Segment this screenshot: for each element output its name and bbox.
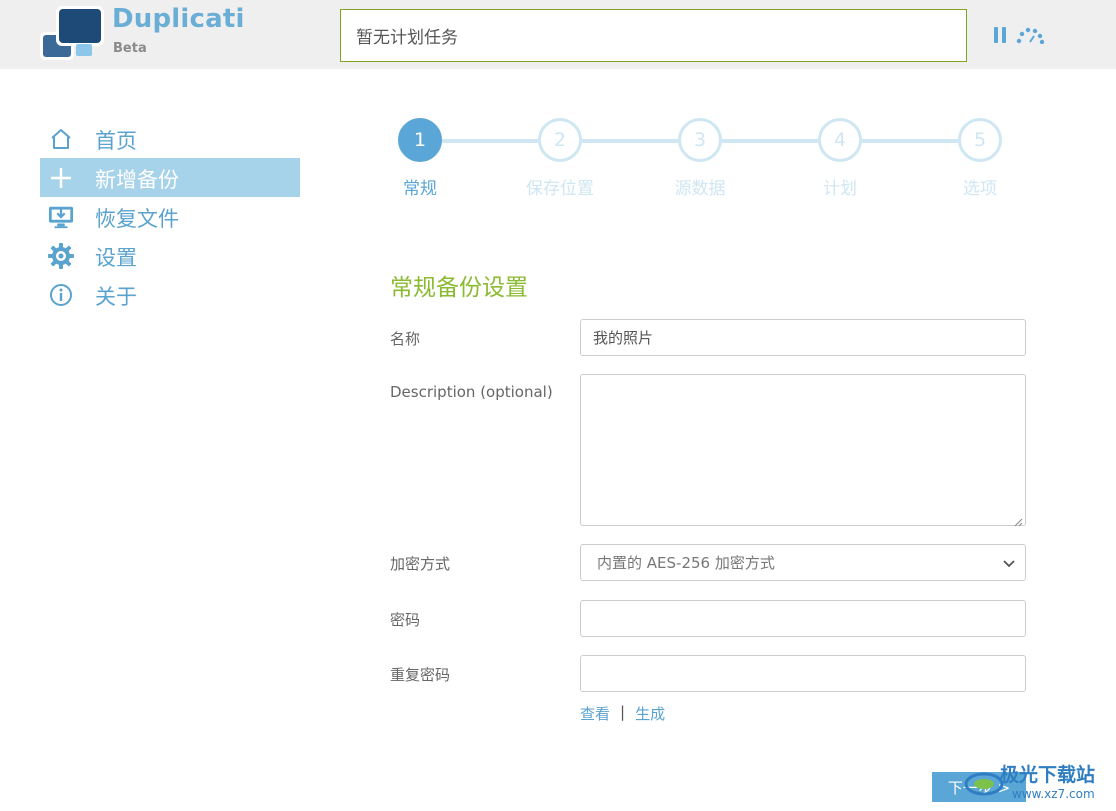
password-label: 密码 (390, 611, 421, 629)
name-label: 名称 (390, 330, 421, 348)
home-icon (48, 126, 74, 152)
sidebar-nav: 首页 新增备份 恢复文件 设置 关于 (40, 119, 300, 314)
step-5-circle[interactable]: 5 (958, 118, 1002, 162)
step-1-label[interactable]: 常规 (370, 174, 470, 199)
sidebar-item-restore[interactable]: 恢复文件 (40, 197, 300, 236)
step-1-circle[interactable]: 1 (398, 118, 442, 162)
sidebar-item-label: 新增备份 (95, 168, 179, 192)
wizard-steps: 1 2 3 4 5 常规 保存位置 源数据 计划 选项 (398, 118, 1002, 208)
sidebar-item-home[interactable]: 首页 (40, 119, 300, 158)
description-label: Description (optional) (390, 383, 553, 401)
status-text: 暂无计划任务 (356, 28, 458, 48)
step-connector (722, 139, 818, 143)
sidebar-item-label: 恢复文件 (95, 207, 179, 231)
step-2-label[interactable]: 保存位置 (510, 174, 610, 199)
app-subtitle: Beta (113, 41, 147, 56)
encryption-label: 加密方式 (390, 555, 451, 573)
restore-icon (48, 204, 74, 230)
status-bar[interactable]: 暂无计划任务 (340, 9, 967, 62)
encryption-select[interactable]: 内置的 AES-256 加密方式 (580, 544, 1026, 581)
generate-password-link[interactable]: 生成 (635, 703, 665, 724)
sidebar-item-label: 设置 (95, 246, 137, 270)
pause-icon[interactable] (993, 27, 1007, 43)
password-input[interactable] (580, 600, 1026, 637)
step-4-label[interactable]: 计划 (790, 174, 890, 199)
watermark-text: 极光下载站 (1000, 764, 1096, 786)
sidebar-item-label: 关于 (95, 285, 137, 309)
step-4-circle[interactable]: 4 (818, 118, 862, 162)
step-5-label[interactable]: 选项 (930, 174, 1030, 199)
step-connector (582, 139, 678, 143)
password-links: 查看 | 生成 (580, 703, 665, 724)
step-connector (862, 139, 958, 143)
sidebar-item-settings[interactable]: 设置 (40, 236, 300, 275)
name-input[interactable]: 我的照片 (580, 319, 1026, 356)
step-2-circle[interactable]: 2 (538, 118, 582, 162)
chevron-down-icon (1003, 554, 1015, 572)
step-connector (442, 139, 538, 143)
top-bar: Duplicati Beta 暂无计划任务 (0, 0, 1116, 69)
info-icon (48, 282, 74, 308)
plus-icon (48, 165, 74, 191)
sidebar-item-add-backup[interactable]: 新增备份 (40, 158, 300, 197)
duplicati-logo-icon (40, 6, 104, 62)
step-3-circle[interactable]: 3 (678, 118, 722, 162)
name-input-value: 我的照片 (593, 329, 654, 347)
description-textarea[interactable] (580, 374, 1026, 527)
app-title: Duplicati (112, 4, 245, 34)
step-3-label[interactable]: 源数据 (650, 174, 750, 199)
link-separator: | (620, 703, 626, 721)
watermark-url: www.xz7.com (1012, 787, 1095, 801)
resize-grip-icon[interactable] (1013, 513, 1023, 527)
sidebar-item-about[interactable]: 关于 (40, 275, 300, 314)
sidebar-item-label: 首页 (95, 129, 137, 153)
show-password-link[interactable]: 查看 (580, 703, 610, 724)
repeat-password-input[interactable] (580, 655, 1026, 692)
gear-icon (48, 243, 74, 269)
encryption-selected-value: 内置的 AES-256 加密方式 (597, 554, 775, 572)
section-title: 常规备份设置 (390, 275, 528, 301)
repeat-password-label: 重复密码 (390, 666, 451, 684)
throttle-speed-icon[interactable] (1016, 26, 1045, 45)
